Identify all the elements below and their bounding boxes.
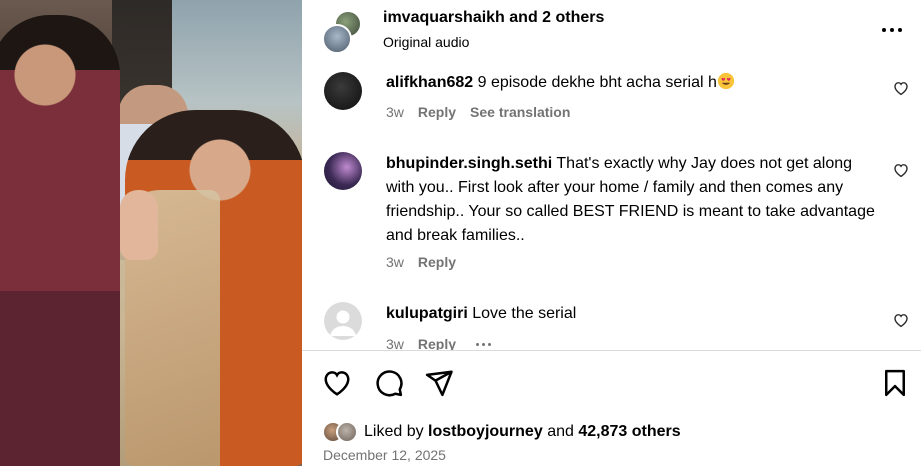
comment-time[interactable]: 3w	[386, 336, 404, 350]
liked-by-label: Liked by	[364, 423, 424, 440]
send-icon[interactable]	[424, 368, 454, 398]
comment-meta: 3w Reply See translation	[386, 104, 570, 120]
likes-count[interactable]: 42,873 others	[578, 423, 680, 441]
more-options-icon[interactable]	[880, 20, 904, 40]
comment-time[interactable]: 3w	[386, 254, 404, 270]
comment-options-icon[interactable]	[476, 342, 492, 346]
comment-body: 9 episode dekhe bht acha serial h	[477, 74, 717, 91]
default-avatar-icon[interactable]	[324, 302, 362, 340]
media-person-left	[0, 15, 120, 466]
comment-meta: 3w Reply	[386, 254, 456, 270]
comment-text: alifkhan682 9 episode dekhe bht acha ser…	[386, 71, 881, 95]
comment-body: Love the serial	[472, 305, 577, 322]
avatar[interactable]	[324, 72, 362, 110]
reply-button[interactable]: Reply	[418, 104, 456, 120]
comment-text: bhupinder.singh.sethi That's exactly why…	[386, 152, 881, 248]
reply-button[interactable]: Reply	[418, 336, 456, 350]
comment-like-heart-icon[interactable]	[892, 161, 910, 179]
section-divider	[302, 350, 921, 351]
heart-eyes-emoji-icon	[717, 72, 734, 90]
liked-by-user[interactable]: lostboyjourney	[428, 423, 543, 441]
liked-by-conj: and	[547, 423, 574, 440]
bookmark-icon[interactable]	[880, 368, 910, 398]
avatar	[336, 421, 358, 443]
comments-list: alifkhan682 9 episode dekhe bht acha ser…	[302, 70, 921, 350]
audio-label[interactable]: Original audio	[383, 34, 469, 50]
avatar[interactable]	[324, 152, 362, 190]
post-date[interactable]: December 12, 2025	[323, 447, 446, 463]
comment-like-heart-icon[interactable]	[892, 311, 910, 329]
post-actions-bar	[302, 360, 921, 410]
see-translation-button[interactable]: See translation	[470, 104, 570, 120]
post-media[interactable]	[0, 0, 302, 466]
heart-icon[interactable]	[322, 368, 352, 398]
post-author[interactable]: imvaquarshaikh and 2 others	[383, 9, 604, 27]
author-username[interactable]: imvaquarshaikh	[383, 9, 505, 26]
liked-by-row[interactable]: Liked by lostboyjourney and 42,873 other…	[322, 419, 681, 445]
comment-username[interactable]: bhupinder.singh.sethi	[386, 155, 552, 172]
collab-avatars[interactable]	[322, 10, 364, 54]
collab-others[interactable]: and 2 others	[509, 9, 604, 26]
reply-button[interactable]: Reply	[418, 254, 456, 270]
comment-username[interactable]: alifkhan682	[386, 74, 473, 91]
media-hand	[120, 190, 158, 260]
comment-username[interactable]: kulupatgiri	[386, 305, 468, 322]
post-header: imvaquarshaikh and 2 others Original aud…	[302, 0, 921, 70]
comment-like-heart-icon[interactable]	[892, 79, 910, 97]
comment-time[interactable]: 3w	[386, 104, 404, 120]
comment-icon[interactable]	[374, 368, 404, 398]
comment-text: kulupatgiri Love the serial	[386, 302, 881, 326]
post-panel: imvaquarshaikh and 2 others Original aud…	[302, 0, 921, 466]
comment-meta: 3w Reply	[386, 336, 492, 350]
avatar	[322, 24, 352, 54]
